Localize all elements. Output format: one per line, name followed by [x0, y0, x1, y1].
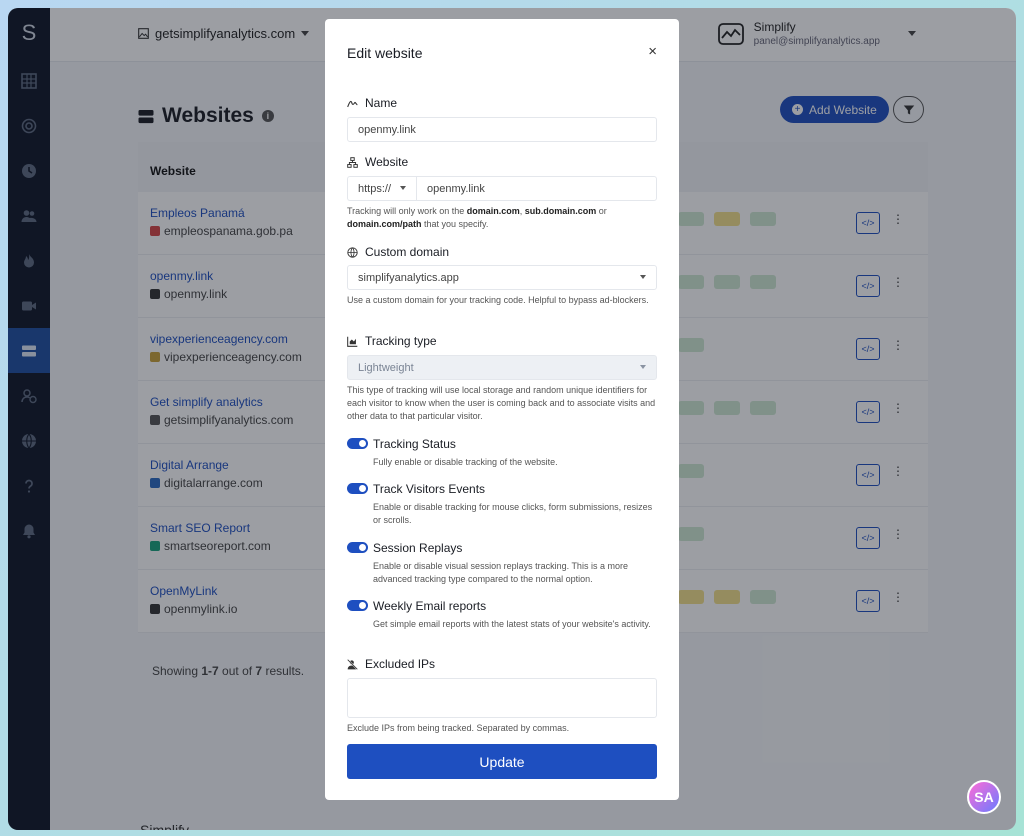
tracking-type-select[interactable]: Lightweight — [347, 355, 657, 380]
protocol-select[interactable]: https:// — [347, 176, 416, 201]
track-visitors-events-help: Enable or disable tracking for mouse cli… — [373, 502, 653, 525]
edit-website-modal: Edit website × Name openmy.link Website … — [325, 19, 679, 800]
custom-domain-label: Custom domain — [347, 245, 449, 259]
globe-icon — [347, 246, 358, 258]
modal-title: Edit website — [347, 45, 423, 61]
website-label: Website — [347, 155, 408, 169]
chart-area-icon — [347, 336, 358, 347]
name-input[interactable]: openmy.link — [347, 117, 657, 142]
custom-domain-help: Use a custom domain for your tracking co… — [347, 295, 649, 305]
user-slash-icon — [347, 658, 358, 670]
chevron-down-icon — [640, 365, 646, 369]
weekly-email-reports-label: Weekly Email reports — [373, 599, 487, 613]
session-replays-label: Session Replays — [373, 541, 463, 555]
chevron-down-icon — [400, 186, 406, 190]
tracking-type-help: This type of tracking will use local sto… — [347, 385, 656, 421]
excluded-ips-textarea[interactable] — [347, 678, 657, 718]
session-replays-help: Enable or disable visual session replays… — [373, 561, 628, 584]
sitemap-icon — [347, 156, 358, 168]
signature-icon — [347, 100, 358, 107]
excluded-ips-help: Exclude IPs from being tracked. Separate… — [347, 723, 570, 733]
tracking-status-toggle[interactable] — [347, 438, 368, 449]
website-help: Tracking will only work on the domain.co… — [347, 206, 607, 229]
weekly-email-reports-help: Get simple email reports with the latest… — [373, 619, 651, 629]
session-replays-toggle[interactable] — [347, 542, 368, 553]
custom-domain-select[interactable]: simplifyanalytics.app — [347, 265, 657, 290]
tracking-status-label: Tracking Status — [373, 437, 456, 451]
excluded-ips-label: Excluded IPs — [347, 657, 435, 671]
track-visitors-events-label: Track Visitors Events — [373, 482, 486, 496]
website-input[interactable]: openmy.link — [416, 176, 657, 201]
tracking-type-label: Tracking type — [347, 334, 437, 348]
update-button[interactable]: Update — [347, 744, 657, 779]
close-icon[interactable]: × — [648, 43, 657, 60]
weekly-email-reports-toggle[interactable] — [347, 600, 368, 611]
user-avatar[interactable]: SA — [967, 780, 1001, 814]
track-visitors-events-toggle[interactable] — [347, 483, 368, 494]
name-label: Name — [347, 96, 397, 110]
chevron-down-icon — [640, 275, 646, 279]
tracking-status-help: Fully enable or disable tracking of the … — [373, 457, 558, 467]
